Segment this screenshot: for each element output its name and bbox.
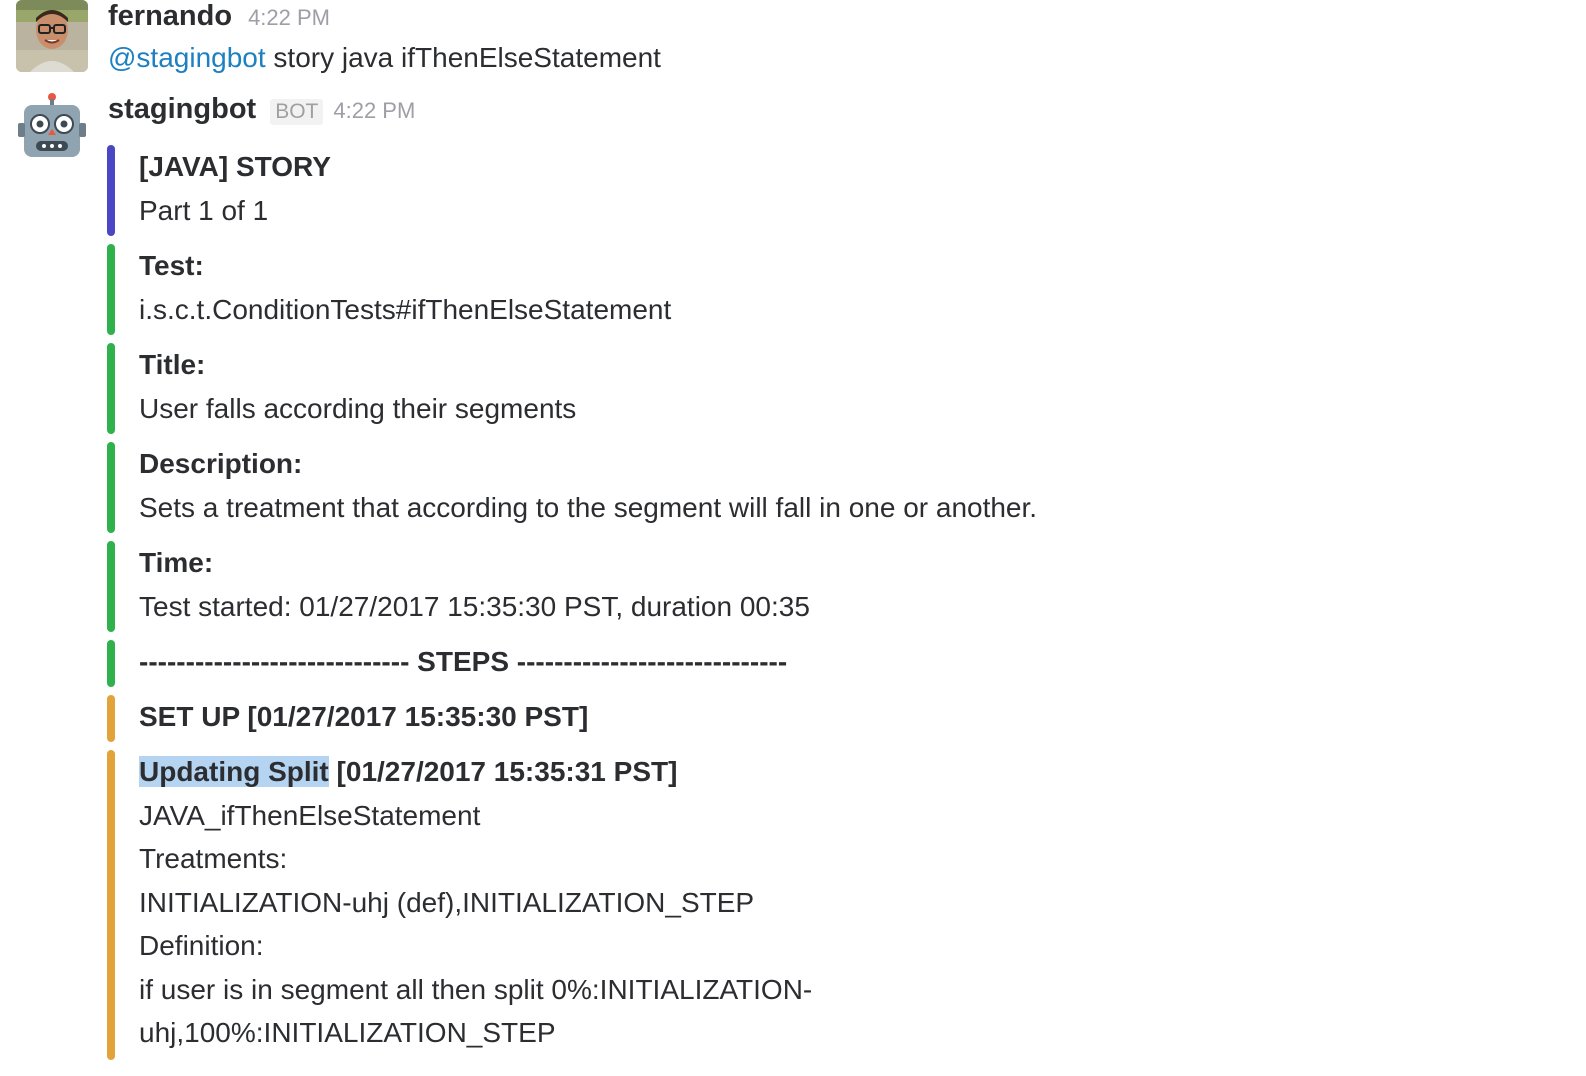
field-label: Description: bbox=[139, 448, 303, 479]
field-value: i.s.c.t.ConditionTests#ifThenElseStateme… bbox=[139, 293, 672, 325]
robot-icon bbox=[18, 93, 86, 157]
user-photo-icon bbox=[16, 0, 88, 72]
attachment-setup: SET UP [01/27/2017 15:35:30 PST] bbox=[107, 695, 1586, 742]
attachment-color-bar bbox=[107, 750, 115, 1060]
definition-line-2: uhj,100%:INITIALIZATION_STEP bbox=[139, 1017, 556, 1048]
selected-text[interactable]: Updating Split bbox=[139, 756, 329, 787]
story-part: Part 1 of 1 bbox=[139, 194, 269, 226]
attachment-test: Test: i.s.c.t.ConditionTests#ifThenElseS… bbox=[107, 244, 1586, 335]
attachment-updating-split: Updating Split [01/27/2017 15:35:31 PST]… bbox=[107, 750, 1586, 1060]
attachment-description: Description: Sets a treatment that accor… bbox=[107, 442, 1586, 533]
story-title: [JAVA] STORY bbox=[139, 151, 331, 182]
attachment-steps-divider: ----------------------------- STEPS ----… bbox=[107, 640, 1586, 687]
message-header: stagingbot BOT 4:22 PM bbox=[108, 93, 1586, 131]
username[interactable]: stagingbot bbox=[108, 93, 256, 126]
message-command: story java ifThenElseStatement bbox=[265, 42, 661, 73]
attachment-color-bar bbox=[107, 442, 115, 533]
step-update-header: Updating Split [01/27/2017 15:35:31 PST] bbox=[139, 750, 1586, 794]
attachment-color-bar bbox=[107, 695, 115, 742]
attachment-color-bar bbox=[107, 640, 115, 687]
attachment-time: Time: Test started: 01/27/2017 15:35:30 … bbox=[107, 541, 1586, 632]
field-value: Test started: 01/27/2017 15:35:30 PST, d… bbox=[139, 590, 810, 622]
treatments-label: Treatments: bbox=[139, 843, 288, 874]
attachment-color-bar bbox=[107, 541, 115, 632]
timestamp[interactable]: 4:22 PM bbox=[248, 5, 330, 31]
treatments-value: INITIALIZATION-uhj (def),INITIALIZATION_… bbox=[139, 886, 755, 918]
username[interactable]: fernando bbox=[108, 0, 232, 33]
field-value: Sets a treatment that according to the s… bbox=[139, 491, 1038, 523]
attachment-color-bar bbox=[107, 343, 115, 434]
attachment-story: [JAVA] STORY Part 1 of 1 bbox=[107, 145, 1586, 236]
message-text: @stagingbot story java ifThenElseStateme… bbox=[108, 38, 1586, 78]
avatar-stagingbot[interactable] bbox=[18, 93, 86, 161]
field-value: User falls according their segments bbox=[139, 392, 577, 424]
definition-line-1: if user is in segment all then split 0%:… bbox=[139, 973, 813, 1005]
attachment-color-bar bbox=[107, 145, 115, 236]
field-label: Test: bbox=[139, 250, 204, 281]
timestamp[interactable]: 4:22 PM bbox=[333, 98, 415, 124]
attachment-title: Title: User falls according their segmen… bbox=[107, 343, 1586, 434]
split-name: JAVA_ifThenElseStatement bbox=[139, 799, 481, 831]
field-label: Title: bbox=[139, 349, 206, 380]
definition-label: Definition: bbox=[139, 930, 264, 961]
attachment-color-bar bbox=[107, 244, 115, 335]
message-header: fernando 4:22 PM bbox=[108, 0, 1586, 38]
steps-divider: ----------------------------- STEPS ----… bbox=[139, 646, 788, 677]
field-label: Time: bbox=[139, 547, 214, 578]
step-setup: SET UP [01/27/2017 15:35:30 PST] bbox=[139, 701, 589, 732]
mention-link[interactable]: @stagingbot bbox=[108, 42, 266, 73]
bot-badge: BOT bbox=[270, 99, 324, 125]
step-update-time: [01/27/2017 15:35:31 PST] bbox=[328, 756, 678, 787]
avatar-fernando[interactable] bbox=[16, 0, 88, 72]
